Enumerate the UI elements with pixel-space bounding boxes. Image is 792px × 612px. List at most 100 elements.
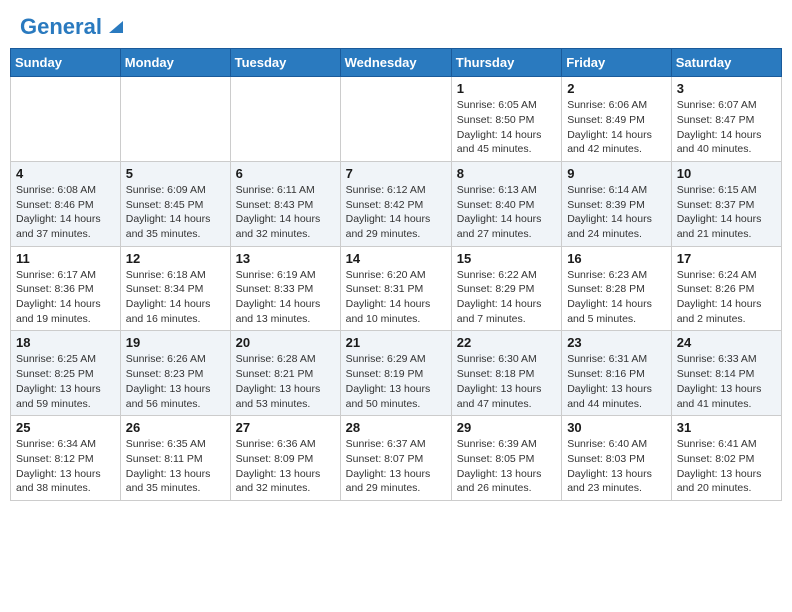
day-info: Sunrise: 6:07 AMSunset: 8:47 PMDaylight:… bbox=[677, 98, 776, 157]
calendar-cell: 22 Sunrise: 6:30 AMSunset: 8:18 PMDayligh… bbox=[451, 331, 561, 416]
day-number: 22 bbox=[457, 335, 556, 350]
day-info: Sunrise: 6:18 AMSunset: 8:34 PMDaylight:… bbox=[126, 268, 225, 327]
day-info: Sunrise: 6:39 AMSunset: 8:05 PMDaylight:… bbox=[457, 437, 556, 496]
calendar-cell: 20 Sunrise: 6:28 AMSunset: 8:21 PMDayligh… bbox=[230, 331, 340, 416]
calendar-cell: 18Sunrise: 6:25 AMSunset: 8:25 PMDayligh… bbox=[11, 331, 121, 416]
day-info: Sunrise: 6:25 AMSunset: 8:25 PMDaylight:… bbox=[16, 352, 115, 411]
day-info: Sunrise: 6:36 AMSunset: 8:09 PMDaylight:… bbox=[236, 437, 335, 496]
calendar-cell: 11 Sunrise: 6:17 AMSunset: 8:36 PMDayligh… bbox=[11, 246, 121, 331]
day-number: 13 bbox=[236, 251, 335, 266]
day-info: Sunrise: 6:08 AMSunset: 8:46 PMDaylight:… bbox=[16, 183, 115, 242]
day-info: Sunrise: 6:23 AMSunset: 8:28 PMDaylight:… bbox=[567, 268, 666, 327]
calendar-cell: 31Sunrise: 6:41 AMSunset: 8:02 PMDayligh… bbox=[671, 416, 781, 501]
logo-arrow-icon bbox=[105, 15, 127, 37]
day-number: 28 bbox=[346, 420, 446, 435]
day-number: 23 bbox=[567, 335, 666, 350]
calendar-cell: 9Sunrise: 6:14 AMSunset: 8:39 PMDaylight… bbox=[562, 161, 672, 246]
calendar-cell: 6 Sunrise: 6:11 AMSunset: 8:43 PMDaylight… bbox=[230, 161, 340, 246]
day-info: Sunrise: 6:30 AMSunset: 8:18 PMDaylight:… bbox=[457, 352, 556, 411]
calendar-cell: 25Sunrise: 6:34 AMSunset: 8:12 PMDayligh… bbox=[11, 416, 121, 501]
calendar-week-row: 18Sunrise: 6:25 AMSunset: 8:25 PMDayligh… bbox=[11, 331, 782, 416]
calendar-cell: 17 Sunrise: 6:24 AMSunset: 8:26 PMDayligh… bbox=[671, 246, 781, 331]
weekday-header: Monday bbox=[120, 49, 230, 77]
calendar-week-row: 4Sunrise: 6:08 AMSunset: 8:46 PMDaylight… bbox=[11, 161, 782, 246]
day-number: 3 bbox=[677, 81, 776, 96]
day-number: 8 bbox=[457, 166, 556, 181]
day-info: Sunrise: 6:31 AMSunset: 8:16 PMDaylight:… bbox=[567, 352, 666, 411]
weekday-header: Thursday bbox=[451, 49, 561, 77]
day-info: Sunrise: 6:05 AMSunset: 8:50 PMDaylight:… bbox=[457, 98, 556, 157]
day-info: Sunrise: 6:28 AMSunset: 8:21 PMDaylight:… bbox=[236, 352, 335, 411]
calendar-week-row: 25Sunrise: 6:34 AMSunset: 8:12 PMDayligh… bbox=[11, 416, 782, 501]
calendar-cell: 2 Sunrise: 6:06 AMSunset: 8:49 PMDaylight… bbox=[562, 77, 672, 162]
day-number: 7 bbox=[346, 166, 446, 181]
calendar-cell: 7 Sunrise: 6:12 AMSunset: 8:42 PMDaylight… bbox=[340, 161, 451, 246]
calendar-cell: 28 Sunrise: 6:37 AMSunset: 8:07 PMDayligh… bbox=[340, 416, 451, 501]
calendar-cell: 3 Sunrise: 6:07 AMSunset: 8:47 PMDaylight… bbox=[671, 77, 781, 162]
day-info: Sunrise: 6:19 AMSunset: 8:33 PMDaylight:… bbox=[236, 268, 335, 327]
day-info: Sunrise: 6:12 AMSunset: 8:42 PMDaylight:… bbox=[346, 183, 446, 242]
calendar-cell: 24 Sunrise: 6:33 AMSunset: 8:14 PMDayligh… bbox=[671, 331, 781, 416]
page-header: General bbox=[10, 10, 782, 40]
calendar-cell: 30 Sunrise: 6:40 AMSunset: 8:03 PMDayligh… bbox=[562, 416, 672, 501]
day-number: 11 bbox=[16, 251, 115, 266]
day-number: 2 bbox=[567, 81, 666, 96]
weekday-header: Friday bbox=[562, 49, 672, 77]
calendar-cell: 26Sunrise: 6:35 AMSunset: 8:11 PMDayligh… bbox=[120, 416, 230, 501]
calendar-cell: 13 Sunrise: 6:19 AMSunset: 8:33 PMDayligh… bbox=[230, 246, 340, 331]
day-info: Sunrise: 6:29 AMSunset: 8:19 PMDaylight:… bbox=[346, 352, 446, 411]
day-info: Sunrise: 6:41 AMSunset: 8:02 PMDaylight:… bbox=[677, 437, 776, 496]
day-number: 27 bbox=[236, 420, 335, 435]
calendar-cell bbox=[340, 77, 451, 162]
day-info: Sunrise: 6:06 AMSunset: 8:49 PMDaylight:… bbox=[567, 98, 666, 157]
day-number: 29 bbox=[457, 420, 556, 435]
day-number: 25 bbox=[16, 420, 115, 435]
calendar-cell: 10Sunrise: 6:15 AMSunset: 8:37 PMDayligh… bbox=[671, 161, 781, 246]
day-number: 15 bbox=[457, 251, 556, 266]
calendar-cell bbox=[230, 77, 340, 162]
weekday-header: Saturday bbox=[671, 49, 781, 77]
day-number: 9 bbox=[567, 166, 666, 181]
calendar-cell: 29 Sunrise: 6:39 AMSunset: 8:05 PMDayligh… bbox=[451, 416, 561, 501]
day-number: 19 bbox=[126, 335, 225, 350]
calendar-cell bbox=[120, 77, 230, 162]
calendar-cell: 23 Sunrise: 6:31 AMSunset: 8:16 PMDayligh… bbox=[562, 331, 672, 416]
calendar-cell: 8 Sunrise: 6:13 AMSunset: 8:40 PMDaylight… bbox=[451, 161, 561, 246]
day-number: 16 bbox=[567, 251, 666, 266]
calendar-cell: 16 Sunrise: 6:23 AMSunset: 8:28 PMDayligh… bbox=[562, 246, 672, 331]
calendar-cell: 1 Sunrise: 6:05 AMSunset: 8:50 PMDaylight… bbox=[451, 77, 561, 162]
calendar-cell: 19 Sunrise: 6:26 AMSunset: 8:23 PMDayligh… bbox=[120, 331, 230, 416]
day-number: 21 bbox=[346, 335, 446, 350]
day-number: 1 bbox=[457, 81, 556, 96]
day-number: 30 bbox=[567, 420, 666, 435]
weekday-header: Wednesday bbox=[340, 49, 451, 77]
calendar-cell: 14Sunrise: 6:20 AMSunset: 8:31 PMDayligh… bbox=[340, 246, 451, 331]
day-info: Sunrise: 6:11 AMSunset: 8:43 PMDaylight:… bbox=[236, 183, 335, 242]
day-info: Sunrise: 6:40 AMSunset: 8:03 PMDaylight:… bbox=[567, 437, 666, 496]
calendar-week-row: 11 Sunrise: 6:17 AMSunset: 8:36 PMDayligh… bbox=[11, 246, 782, 331]
weekday-header: Tuesday bbox=[230, 49, 340, 77]
weekday-header: Sunday bbox=[11, 49, 121, 77]
day-number: 6 bbox=[236, 166, 335, 181]
day-number: 17 bbox=[677, 251, 776, 266]
day-info: Sunrise: 6:33 AMSunset: 8:14 PMDaylight:… bbox=[677, 352, 776, 411]
day-info: Sunrise: 6:13 AMSunset: 8:40 PMDaylight:… bbox=[457, 183, 556, 242]
calendar-cell: 5 Sunrise: 6:09 AMSunset: 8:45 PMDaylight… bbox=[120, 161, 230, 246]
calendar-cell: 21 Sunrise: 6:29 AMSunset: 8:19 PMDayligh… bbox=[340, 331, 451, 416]
calendar-cell: 27 Sunrise: 6:36 AMSunset: 8:09 PMDayligh… bbox=[230, 416, 340, 501]
day-info: Sunrise: 6:37 AMSunset: 8:07 PMDaylight:… bbox=[346, 437, 446, 496]
day-number: 14 bbox=[346, 251, 446, 266]
day-number: 5 bbox=[126, 166, 225, 181]
calendar-cell bbox=[11, 77, 121, 162]
calendar-cell: 15Sunrise: 6:22 AMSunset: 8:29 PMDayligh… bbox=[451, 246, 561, 331]
day-number: 12 bbox=[126, 251, 225, 266]
day-number: 20 bbox=[236, 335, 335, 350]
day-info: Sunrise: 6:17 AMSunset: 8:36 PMDaylight:… bbox=[16, 268, 115, 327]
calendar-table: SundayMondayTuesdayWednesdayThursdayFrid… bbox=[10, 48, 782, 501]
day-info: Sunrise: 6:09 AMSunset: 8:45 PMDaylight:… bbox=[126, 183, 225, 242]
day-info: Sunrise: 6:24 AMSunset: 8:26 PMDaylight:… bbox=[677, 268, 776, 327]
logo-text-line1: General bbox=[20, 15, 102, 39]
calendar-cell: 4Sunrise: 6:08 AMSunset: 8:46 PMDaylight… bbox=[11, 161, 121, 246]
day-number: 24 bbox=[677, 335, 776, 350]
day-info: Sunrise: 6:26 AMSunset: 8:23 PMDaylight:… bbox=[126, 352, 225, 411]
